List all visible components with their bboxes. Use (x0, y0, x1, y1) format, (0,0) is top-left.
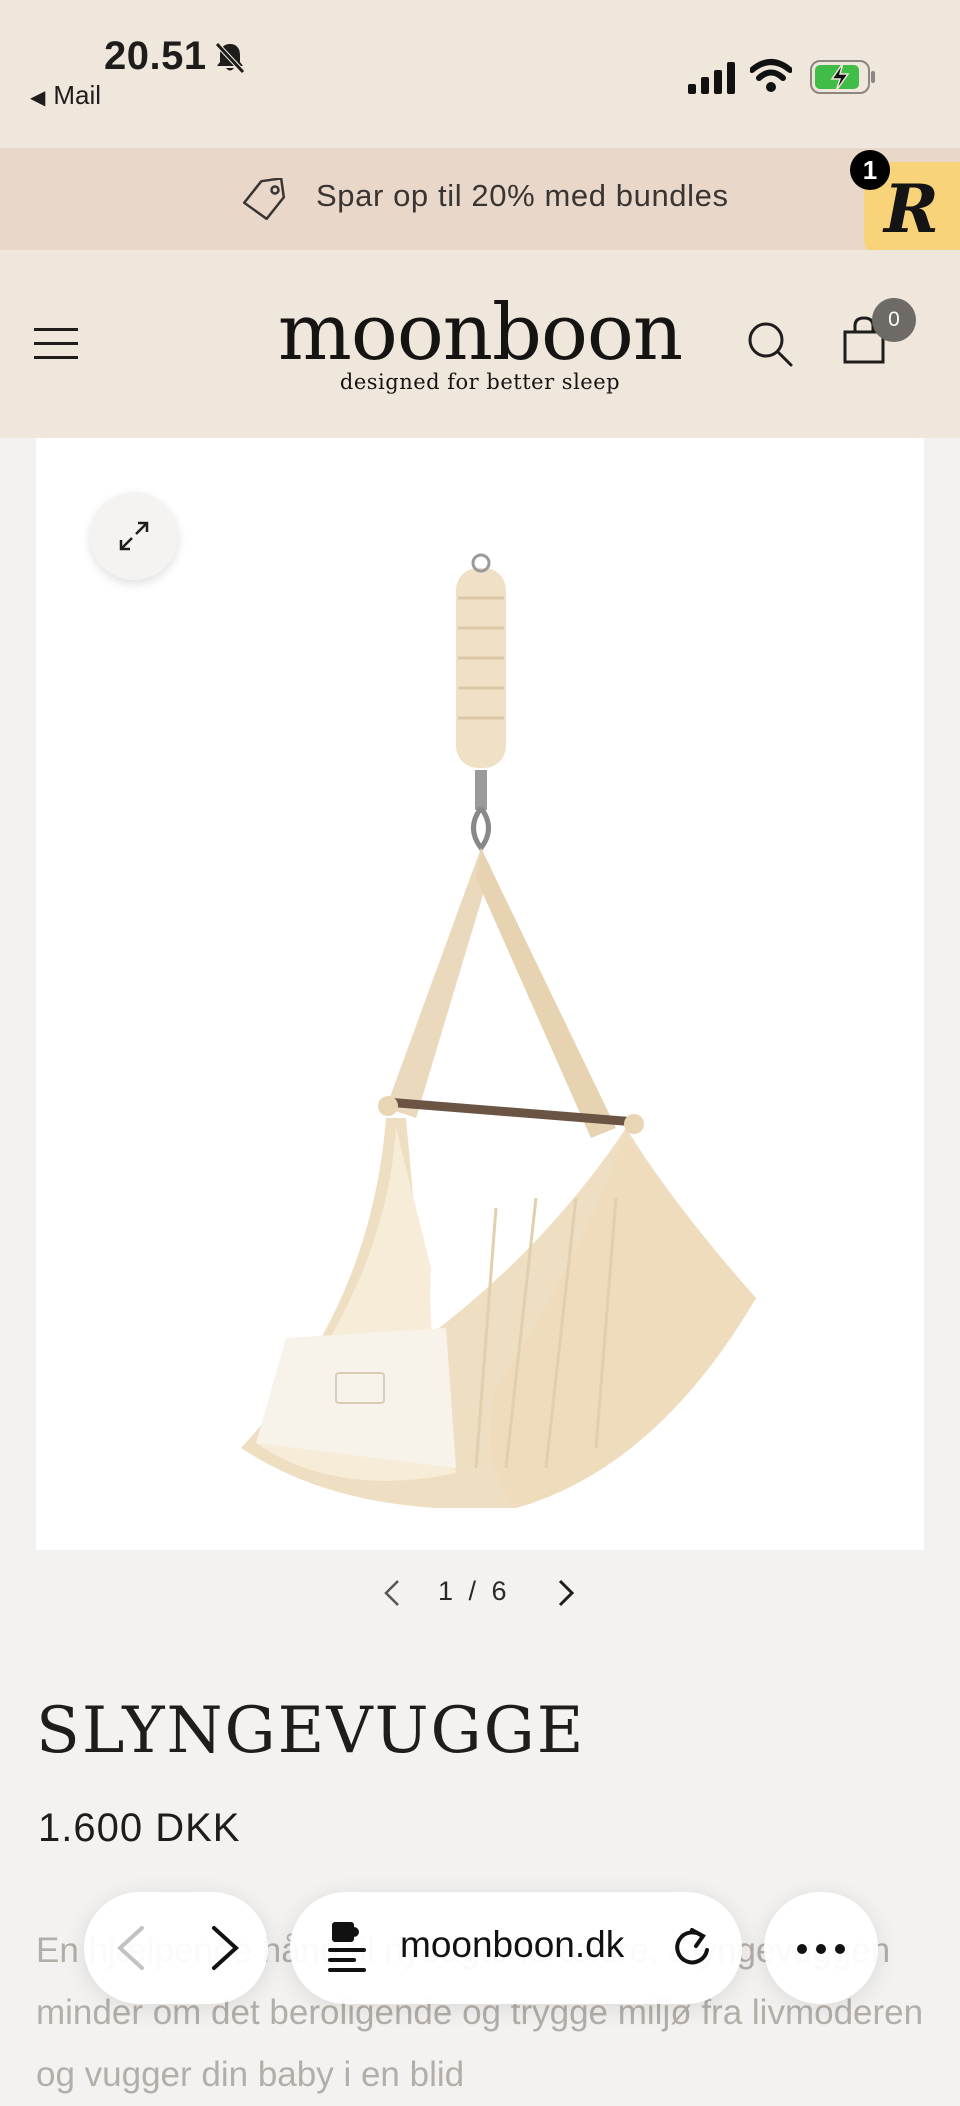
browser-more-button[interactable] (764, 1892, 878, 2004)
site-header: moonboon designed for better sleep 0 (0, 250, 960, 438)
address-url[interactable]: moonboon.dk (400, 1924, 624, 1966)
more-icon (796, 1942, 846, 1960)
address-bar[interactable]: moonboon.dk (290, 1892, 742, 2004)
product-title: SLYNGEVUGGE (36, 1694, 586, 1768)
promo-text: Spar op til 20% med bundles (316, 178, 729, 213)
tag-icon (240, 177, 288, 227)
brand-logo[interactable]: moonboon (0, 288, 960, 378)
expand-icon (119, 521, 149, 551)
browser-nav-controls (84, 1892, 268, 2004)
expand-button[interactable] (90, 492, 178, 580)
back-to-mail[interactable]: ◀ Mail (30, 80, 101, 111)
browser-forward-button[interactable] (206, 1922, 246, 1979)
chevron-right-icon[interactable] (556, 1578, 576, 1613)
gallery-pager: 1 / 6 (0, 1574, 960, 1614)
cart-count-badge: 0 (872, 298, 916, 342)
status-time: 20.51 (104, 34, 207, 78)
wifi-icon (749, 58, 793, 99)
extension-icon[interactable] (326, 1918, 370, 1983)
signal-icon (688, 62, 736, 99)
reload-icon[interactable] (670, 1922, 714, 1977)
chevron-left-icon[interactable] (382, 1578, 402, 1613)
battery-icon (810, 60, 876, 99)
rewards-logo-icon: R (884, 170, 939, 248)
brand-tagline: designed for better sleep (339, 370, 621, 394)
browser-back-button[interactable] (110, 1922, 150, 1979)
gallery-counter: 1 / 6 (438, 1576, 511, 1606)
product-price: 1.600 DKK (38, 1806, 241, 1850)
product-image[interactable] (36, 438, 924, 1550)
back-app-label: Mail (53, 80, 102, 110)
status-bar: 20.51 ◀ Mail (0, 0, 960, 148)
rewards-count-badge: 1 (850, 150, 890, 190)
search-icon[interactable] (746, 320, 794, 373)
promo-banner[interactable]: Spar op til 20% med bundles (0, 148, 960, 250)
bell-off-icon (212, 40, 248, 81)
hammock-photo (196, 508, 776, 1513)
